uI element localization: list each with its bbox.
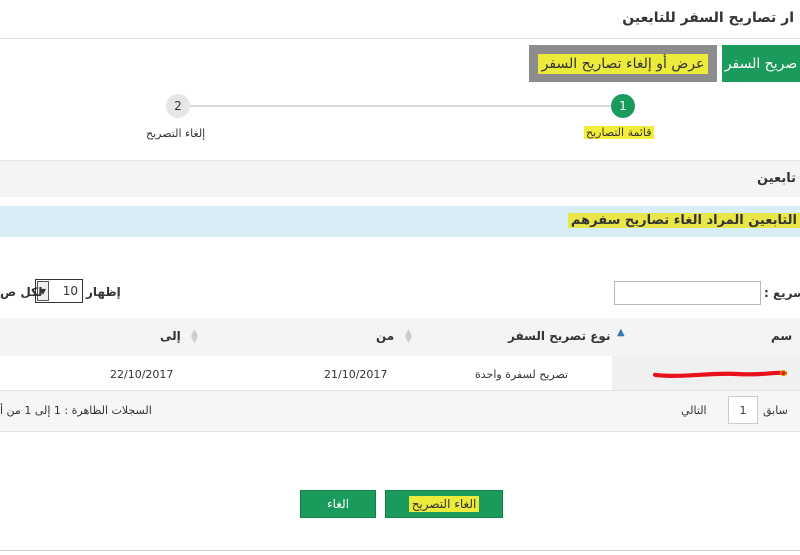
section-header: تابعين bbox=[0, 160, 800, 197]
column-header-type[interactable]: نوع تصريح السفر bbox=[508, 329, 610, 343]
pagination-page-number: 1 bbox=[739, 403, 747, 417]
wizard-step-1-number: 1 bbox=[619, 99, 627, 113]
pagination-previous[interactable]: سابق bbox=[763, 404, 788, 417]
info-banner-text: التابعين المراد الغاء تصاريح سفرهم bbox=[567, 213, 800, 228]
column-header-to[interactable]: إلى bbox=[160, 329, 181, 343]
wizard-step-2-label: إلغاء التصريح bbox=[146, 127, 206, 140]
wizard-step-1-text: قائمة التصاريح bbox=[584, 126, 654, 139]
cancel-permit-button[interactable]: الغاء التصريح bbox=[385, 490, 503, 518]
pagination-next[interactable]: التالي bbox=[681, 404, 707, 417]
table-header bbox=[0, 318, 800, 356]
column-header-from[interactable]: من bbox=[376, 329, 394, 343]
per-page-label: لكل ص bbox=[0, 285, 43, 299]
wizard-progress-line bbox=[178, 105, 623, 107]
pagination-page-1[interactable]: 1 bbox=[728, 396, 758, 424]
tab-travel-permit-label: صريح السفر bbox=[724, 55, 798, 72]
bottom-divider bbox=[0, 550, 800, 551]
search-input[interactable] bbox=[614, 281, 761, 305]
cancel-permit-button-label: الغاء التصريح bbox=[408, 496, 480, 512]
wizard-step-1-badge[interactable]: 1 bbox=[611, 94, 635, 118]
sort-icon[interactable]: ▲ ▼ bbox=[191, 329, 198, 345]
wizard-step-2-number: 2 bbox=[174, 99, 182, 113]
wizard-step-2-badge[interactable]: 2 bbox=[166, 94, 190, 118]
column-header-name[interactable]: سم bbox=[771, 329, 792, 343]
tab-view-cancel-permits[interactable]: عرض أو إلغاء تصاريح السفر bbox=[529, 45, 717, 82]
section-title: تابعين bbox=[757, 171, 796, 186]
records-summary: السجلات الظاهرة : 1 إلى 1 من أ bbox=[0, 404, 152, 417]
page-size-value: 10 bbox=[62, 284, 78, 298]
info-banner: التابعين المراد الغاء تصاريح سفرهم bbox=[0, 206, 800, 237]
sort-icon[interactable]: ▲ ▼ bbox=[405, 329, 412, 345]
tab-view-cancel-label: عرض أو إلغاء تصاريح السفر bbox=[537, 53, 709, 74]
page-title: ار تصاريح السفر للتابعين bbox=[622, 10, 794, 26]
redaction-scribble bbox=[652, 370, 788, 378]
search-label: سريع : bbox=[764, 286, 800, 300]
table-cell-to: 22/10/2017 bbox=[110, 368, 174, 381]
sort-ascending-icon[interactable]: ▲ bbox=[617, 327, 625, 338]
tab-travel-permit[interactable]: صريح السفر bbox=[722, 45, 800, 82]
table-cell-type: تصريح لسفرة واحدة bbox=[475, 368, 569, 381]
wizard-step-1-label: قائمة التصاريح bbox=[584, 126, 654, 139]
cancel-button-label: الغاء bbox=[326, 497, 350, 511]
table-cell-from: 21/10/2017 bbox=[324, 368, 388, 381]
title-bar: ار تصاريح السفر للتابعين bbox=[0, 0, 800, 39]
page-size-label: إظهار bbox=[86, 285, 121, 299]
cancel-button[interactable]: الغاء bbox=[300, 490, 376, 518]
